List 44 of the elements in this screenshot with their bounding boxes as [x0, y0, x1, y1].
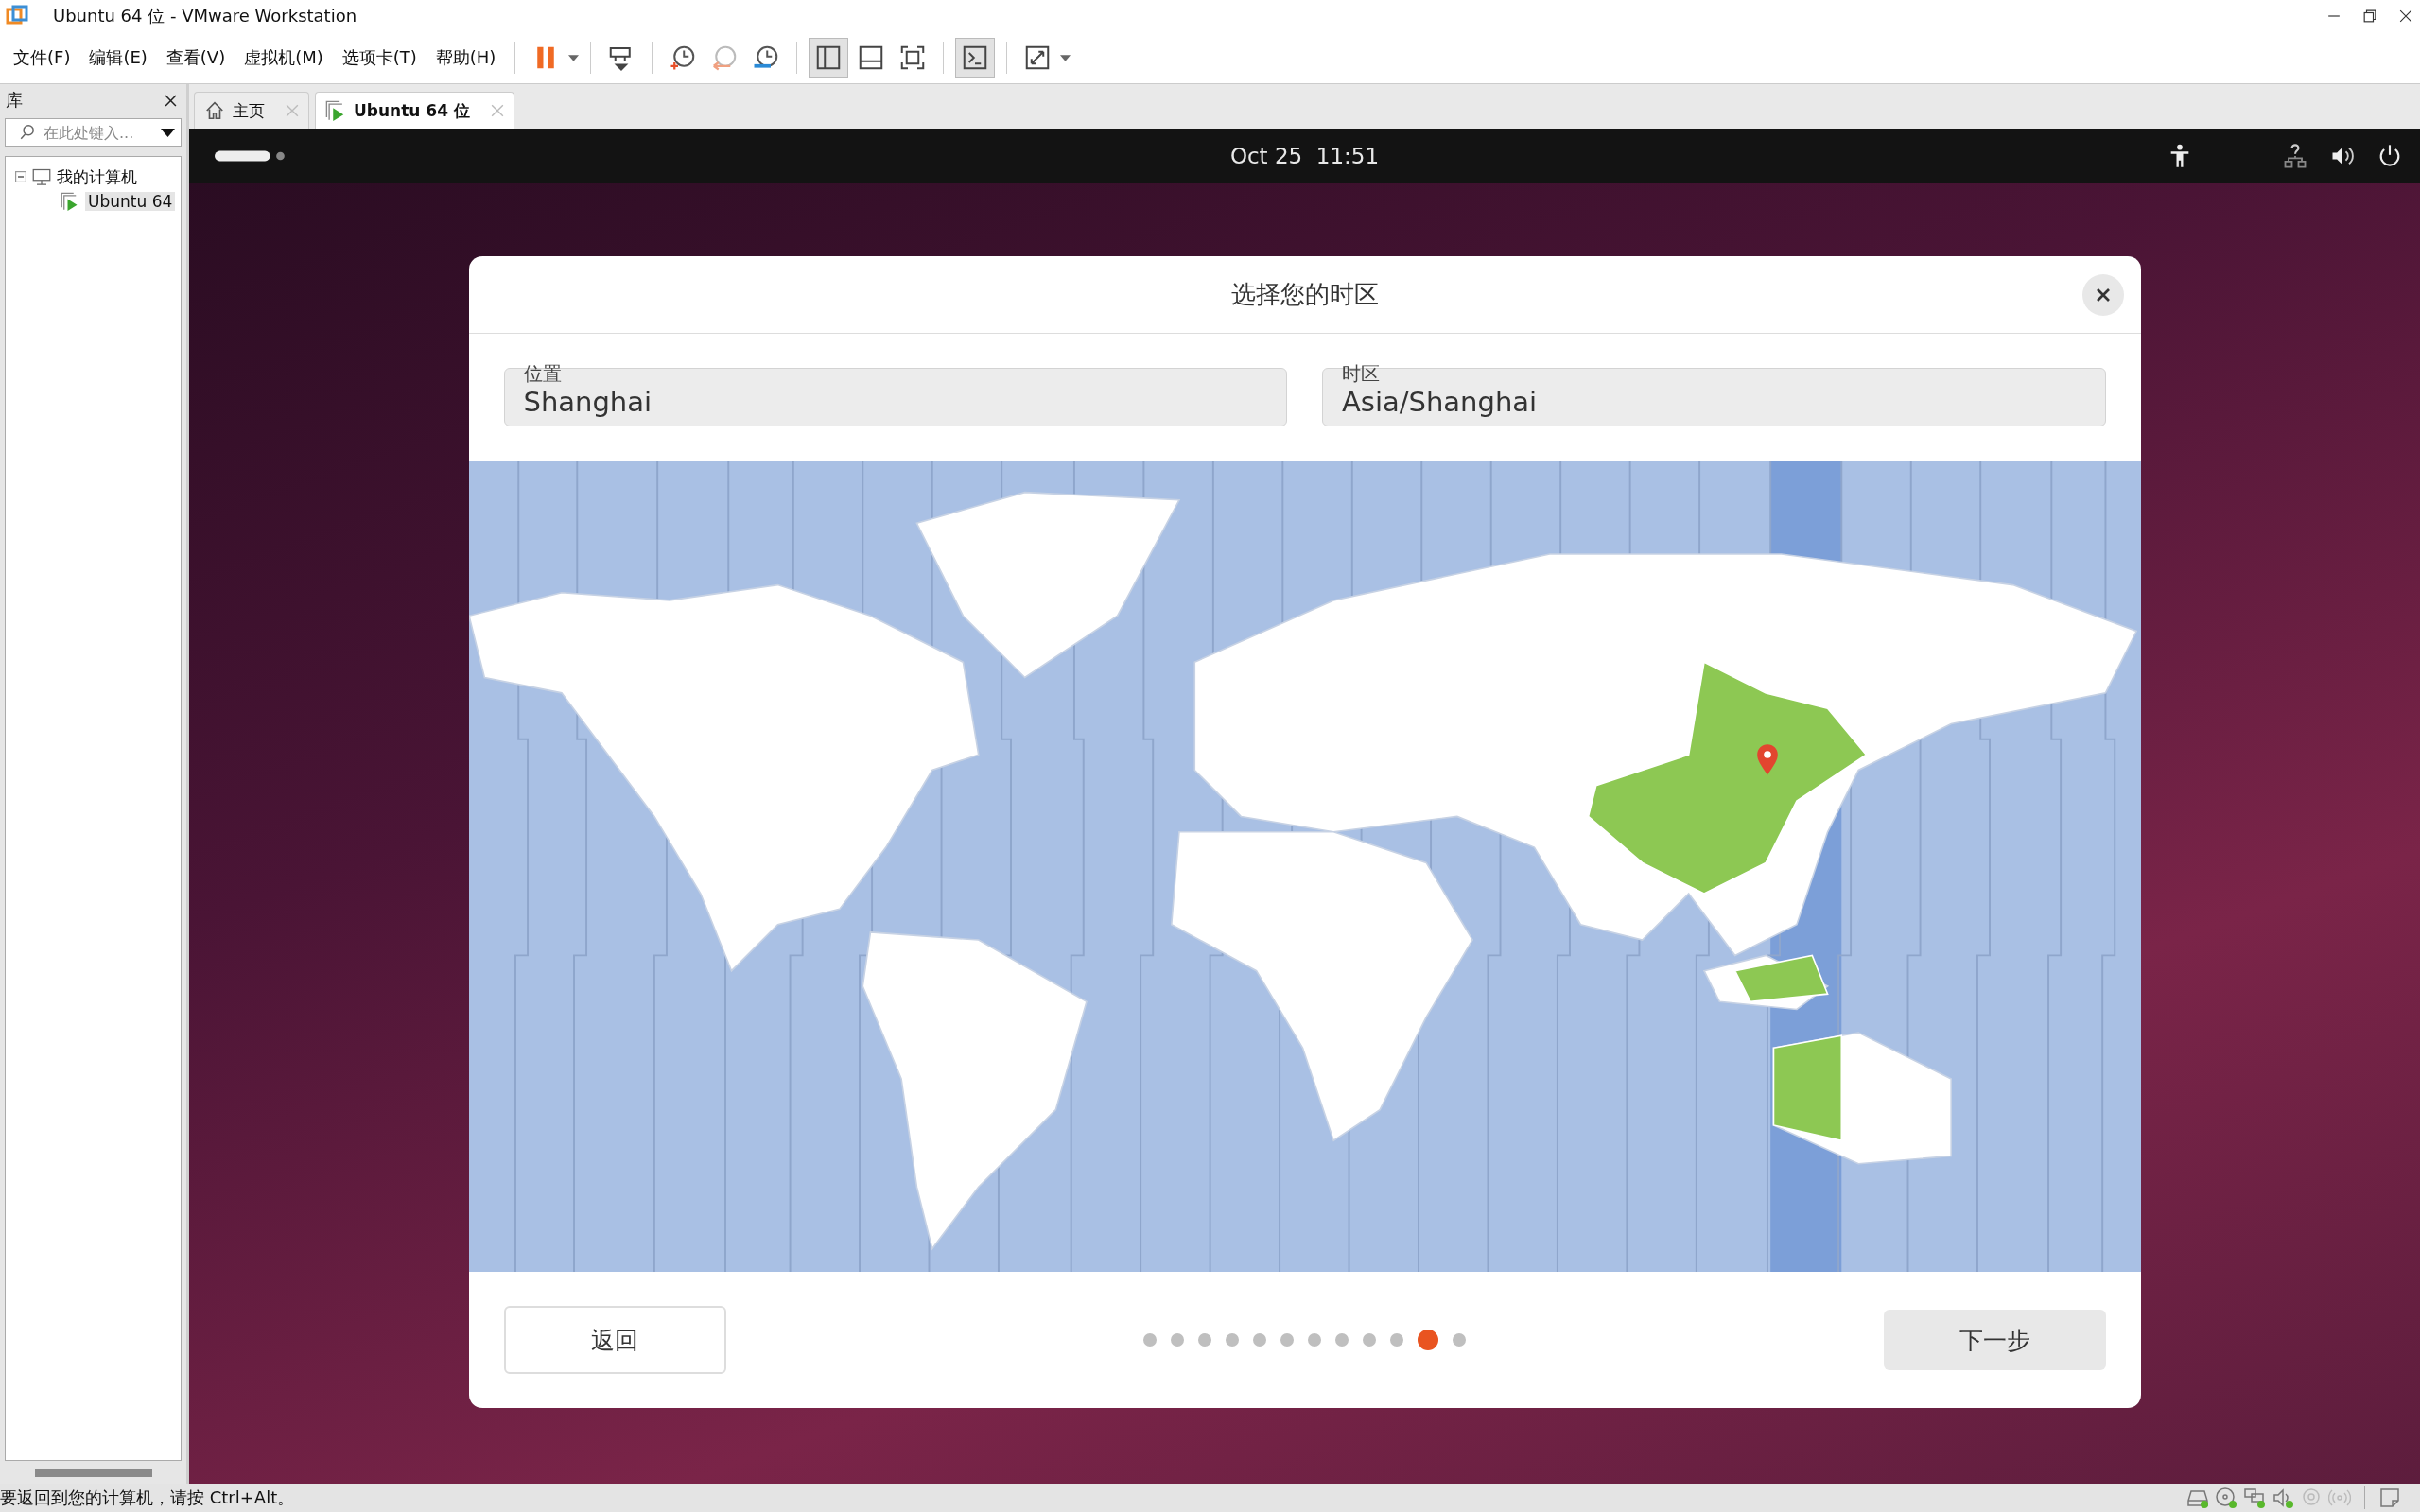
network-unknown-icon[interactable] [2282, 143, 2308, 169]
search-field[interactable]: 在此处键入... [5, 118, 182, 147]
caret-icon[interactable] [568, 54, 580, 61]
menu-item[interactable]: 文件(F) [6, 46, 78, 69]
text-input[interactable]: Shanghai [523, 384, 1267, 420]
status-text: 要返回到您的计算机，请按 Ctrl+Alt。 [0, 1486, 295, 1509]
tree-item[interactable]: Ubuntu 64 [85, 192, 176, 211]
workspace-indicator-icon[interactable] [215, 148, 287, 164]
clock[interactable]: Oct 25 11:51 [1229, 144, 1380, 168]
tree-item[interactable]: 我的计算机 [57, 165, 137, 188]
app-logo-icon [6, 5, 28, 27]
close-icon[interactable] [165, 94, 177, 107]
menu-item[interactable]: 选项卡(T) [334, 46, 425, 69]
computer-icon [32, 167, 51, 186]
library-title: 库 [6, 89, 23, 112]
home-icon [204, 100, 225, 121]
close-icon[interactable] [2399, 9, 2412, 23]
sidebar-view-icon[interactable] [809, 38, 849, 78]
caret-icon[interactable] [1060, 54, 1071, 61]
back-button[interactable]: 返回 [503, 1306, 726, 1374]
tab[interactable]: 主页 [194, 92, 309, 129]
vm-icon [325, 100, 346, 121]
close-icon [2094, 286, 2112, 304]
tab[interactable]: Ubuntu 64 位 [315, 92, 514, 129]
restore-icon[interactable] [2363, 9, 2376, 23]
collapse-icon[interactable] [15, 171, 26, 182]
text-input[interactable]: Asia/Shanghai [1342, 384, 2086, 420]
note-icon[interactable] [2378, 1486, 2401, 1509]
vm-icon [61, 192, 79, 211]
window-title: Ubuntu 64 位 - VMware Workstation [53, 5, 357, 27]
console-view-icon[interactable] [955, 38, 996, 78]
network-adapter-icon[interactable] [2243, 1486, 2266, 1509]
menu-item[interactable]: 查看(V) [158, 46, 234, 69]
location-pin-icon [1755, 744, 1779, 776]
scrollbar-thumb[interactable] [34, 1468, 152, 1477]
dropdown-icon[interactable] [161, 128, 175, 137]
speaker-icon[interactable] [2272, 1486, 2294, 1509]
search-icon [19, 124, 36, 141]
menu-item[interactable]: 帮助(H) [427, 46, 504, 69]
next-button[interactable]: 下一步 [1883, 1310, 2106, 1370]
menu-item[interactable]: 虚拟机(M) [236, 46, 331, 69]
disc-icon[interactable] [2215, 1486, 2237, 1509]
menu-item[interactable]: 编辑(E) [81, 46, 155, 69]
dialog-title: 选择您的时区 [1230, 279, 1379, 310]
